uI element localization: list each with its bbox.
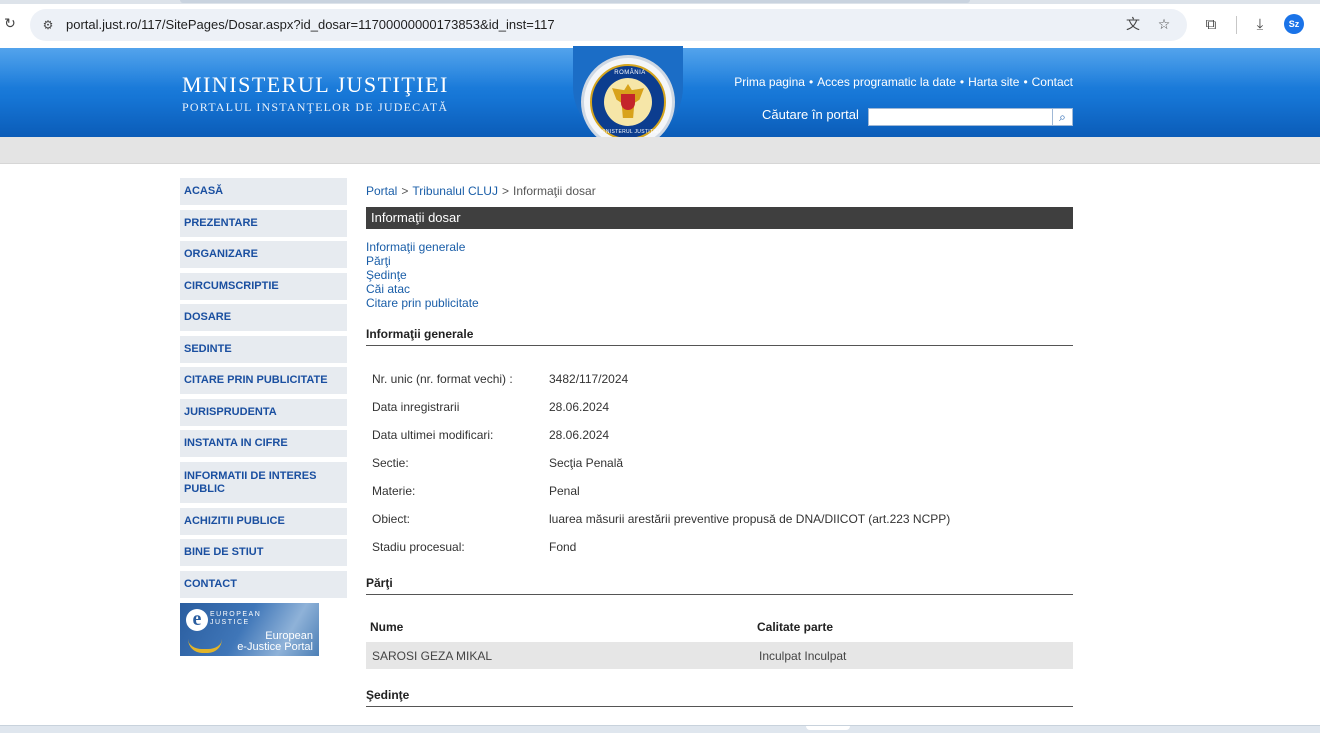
toolbar-divider	[1236, 16, 1237, 34]
info-value: Fond	[549, 540, 577, 554]
link-harta-site[interactable]: Harta site	[968, 75, 1019, 89]
site-info-icon[interactable]: ⚙	[40, 17, 56, 33]
header-links: Prima pagina • Acces programatic la date • H…	[728, 75, 1073, 89]
ejustice-small-text: EUROPEAN JUSTICE	[210, 611, 262, 626]
info-label: Obiect:	[372, 512, 411, 526]
anchor-informatii-generale[interactable]: Informaţii generale	[366, 240, 479, 254]
info-value: 28.06.2024	[549, 428, 610, 442]
ejustice-title-2: e-Justice Portal	[237, 641, 313, 653]
anchor-sedinte[interactable]: Şedinţe	[366, 268, 479, 282]
shield-icon	[621, 94, 635, 110]
logo-text-top: ROMÂNIA	[614, 70, 646, 76]
link-separator: •	[1023, 75, 1028, 89]
section-heading-sedinte: Şedinţe	[366, 688, 1073, 707]
column-header-nume: Nume	[370, 620, 404, 634]
link-acces-programatic[interactable]: Acces programatic la date	[817, 75, 956, 89]
logo-text-bottom: MINISTERUL JUSTIŢIEI	[599, 129, 661, 135]
parti-table-header: Nume Calitate parte	[366, 613, 1073, 641]
address-bar[interactable]: ⚙ portal.just.ro/117/SitePages/Dosar.asp…	[30, 9, 1187, 41]
info-label: Sectie:	[372, 456, 409, 470]
info-value: Secţia Penală	[549, 456, 624, 470]
sidebar-item-informatii-interes-public[interactable]: INFORMATII DE INTERES PUBLIC	[180, 462, 347, 503]
ministry-logo[interactable]: ROMÂNIA MINISTERUL JUSTIŢIEI	[581, 55, 675, 149]
anchor-cai-atac[interactable]: Căi atac	[366, 282, 479, 296]
section-heading-informatii-generale: Informaţii generale	[366, 327, 1073, 346]
breadcrumb: Portal > Tribunalul CLUJ > Informaţii dosar	[366, 184, 596, 198]
ejustice-banner[interactable]: e EUROPEAN JUSTICE European e-Justice Por…	[180, 603, 319, 656]
reload-icon[interactable]: ↻	[2, 14, 18, 34]
info-label: Data inregistrarii	[372, 400, 460, 414]
logo-center	[604, 78, 652, 126]
sidebar-item-jurisprudenta[interactable]: JURISPRUDENTA	[180, 399, 347, 426]
party-name: SAROSI GEZA MIKAL	[372, 649, 493, 663]
tab-strip-edge	[0, 0, 1320, 4]
info-label: Data ultimei modificari:	[372, 428, 494, 442]
bottom-taskbar-edge	[0, 725, 1320, 733]
section-anchor-links: Informaţii generale Părţi Şedinţe Căi at…	[366, 240, 479, 310]
download-icon[interactable]: ⤓	[1250, 14, 1270, 34]
url-text[interactable]: portal.just.ro/117/SitePages/Dosar.aspx?…	[66, 17, 555, 33]
breadcrumb-current: Informaţii dosar	[512, 184, 596, 198]
logo-ring: ROMÂNIA MINISTERUL JUSTIŢIEI	[590, 64, 666, 140]
search-label: Căutare în portal	[762, 107, 859, 122]
profile-avatar[interactable]: Sz	[1284, 14, 1304, 34]
anchor-citare-publicitate[interactable]: Citare prin publicitate	[366, 296, 479, 310]
sidebar-item-bine-de-stiut[interactable]: BINE DE STIUT	[180, 539, 347, 566]
column-header-calitate: Calitate parte	[757, 620, 834, 634]
breadcrumb-separator: >	[401, 184, 409, 198]
info-label: Nr. unic (nr. format vechi) :	[372, 372, 513, 386]
info-label: Materie:	[372, 484, 416, 498]
sidebar-item-acasa[interactable]: ACASĂ	[180, 178, 347, 205]
site-subtitle: PORTALUL INSTANŢELOR DE JUDECATĂ	[182, 100, 449, 114]
sidebar-item-dosare[interactable]: DOSARE	[180, 304, 347, 331]
sidebar-item-circumscriptie[interactable]: CIRCUMSCRIPTIE	[180, 273, 347, 300]
info-value: luarea măsurii arestării preventive prop…	[549, 512, 951, 526]
header-gray-band	[0, 137, 1320, 164]
party-role: Inculpat Inculpat	[759, 649, 847, 663]
search-input[interactable]	[868, 108, 1053, 126]
ejustice-logo-icon: e	[186, 609, 208, 631]
browser-toolbar: ↻ ⚙ portal.just.ro/117/SitePages/Dosar.a…	[0, 0, 1320, 48]
link-contact[interactable]: Contact	[1032, 75, 1073, 89]
link-prima-pagina[interactable]: Prima pagina	[734, 75, 805, 89]
breadcrumb-portal[interactable]: Portal	[366, 184, 397, 198]
link-separator: •	[959, 75, 965, 89]
translate-icon[interactable]: 文	[1123, 15, 1143, 35]
info-label: Stadiu procesual:	[372, 540, 465, 554]
sidebar-item-sedinte[interactable]: SEDINTE	[180, 336, 347, 363]
ejustice-arc-icon	[188, 639, 222, 653]
sidebar-item-contact[interactable]: CONTACT	[180, 571, 347, 598]
link-separator: •	[808, 75, 814, 89]
info-value: Penal	[549, 484, 580, 498]
sidebar-item-citare[interactable]: CITARE PRIN PUBLICITATE	[180, 367, 347, 394]
info-value: 3482/117/2024	[549, 372, 629, 386]
info-value: 28.06.2024	[549, 400, 610, 414]
taskbar-pip	[806, 726, 850, 730]
puzzle-icon[interactable]: ⧉	[1201, 14, 1221, 34]
breadcrumb-separator: >	[501, 184, 509, 198]
anchor-parti[interactable]: Părţi	[366, 254, 479, 268]
site-header: MINISTERUL JUSTIŢIEI PORTALUL INSTANŢELO…	[0, 46, 1320, 149]
table-row: SAROSI GEZA MIKAL Inculpat Inculpat	[366, 642, 1073, 669]
page-title: Informaţii dosar	[366, 207, 1073, 229]
active-tab-edge[interactable]	[180, 0, 970, 3]
section-heading-parti: Părţi	[366, 576, 1073, 595]
sidebar-item-organizare[interactable]: ORGANIZARE	[180, 241, 347, 268]
site-title[interactable]: MINISTERUL JUSTIŢIEI	[182, 72, 449, 98]
search-icon[interactable]: ⌕	[1053, 108, 1073, 126]
sidebar-item-prezentare[interactable]: PREZENTARE	[180, 210, 347, 237]
sidebar-item-instanta-in-cifre[interactable]: INSTANTA IN CIFRE	[180, 430, 347, 457]
star-icon[interactable]: ☆	[1154, 15, 1174, 35]
sidebar-item-achizitii-publice[interactable]: ACHIZITII PUBLICE	[180, 508, 347, 535]
breadcrumb-tribunal[interactable]: Tribunalul CLUJ	[412, 184, 498, 198]
